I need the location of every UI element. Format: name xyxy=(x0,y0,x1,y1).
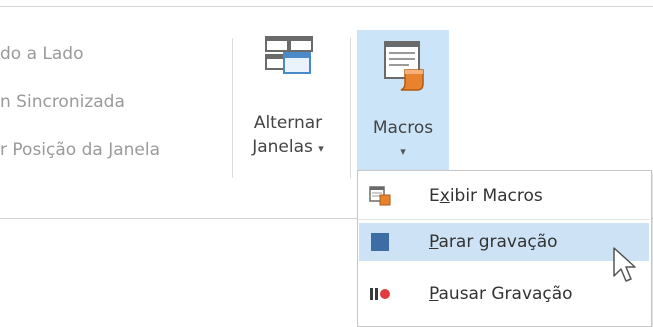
menu-item-label: Exibir Macros xyxy=(429,186,543,206)
switch-windows-icon xyxy=(265,36,313,74)
chevron-down-icon: ▾ xyxy=(318,142,324,155)
view-side-by-side-button[interactable]: do a Lado xyxy=(0,44,84,64)
menu-item-pause-recording[interactable]: Pausar Gravação xyxy=(359,275,649,313)
mouse-pointer-icon xyxy=(613,247,636,282)
synchronous-scrolling-label: n Sincronizada xyxy=(0,92,125,112)
view-side-by-side-label: do a Lado xyxy=(0,44,84,64)
switch-windows-label-line1: Alternar xyxy=(253,113,323,133)
group-separator xyxy=(232,38,233,178)
view-macros-icon xyxy=(369,186,391,206)
menu-item-label: Pausar Gravação xyxy=(429,284,573,304)
macros-label: Macros xyxy=(372,118,434,138)
reset-window-position-button[interactable]: r Posição da Janela xyxy=(0,140,160,160)
switch-windows-button[interactable]: Alternar Janelas ▾ xyxy=(240,33,336,161)
ribbon-top-border xyxy=(0,0,653,7)
synchronous-scrolling-button[interactable]: n Sincronizada xyxy=(0,92,125,112)
pause-recording-icon xyxy=(370,288,390,300)
menu-item-stop-recording[interactable]: Parar gravação xyxy=(359,223,649,261)
stop-recording-icon xyxy=(371,233,389,251)
macros-button[interactable]: Macros ▾ xyxy=(357,30,449,188)
switch-windows-label-line2: Janelas ▾ xyxy=(252,137,324,157)
macros-dropdown-menu: Exibir Macros Parar gravação Pausar Grav… xyxy=(357,170,652,327)
chevron-down-icon: ▾ xyxy=(400,145,406,158)
group-separator xyxy=(350,38,351,178)
menu-divider xyxy=(358,219,649,220)
macros-icon xyxy=(384,41,424,91)
menu-item-label: Parar gravação xyxy=(429,232,558,252)
menu-item-view-macros[interactable]: Exibir Macros xyxy=(359,177,649,215)
reset-window-position-label: r Posição da Janela xyxy=(0,140,161,160)
